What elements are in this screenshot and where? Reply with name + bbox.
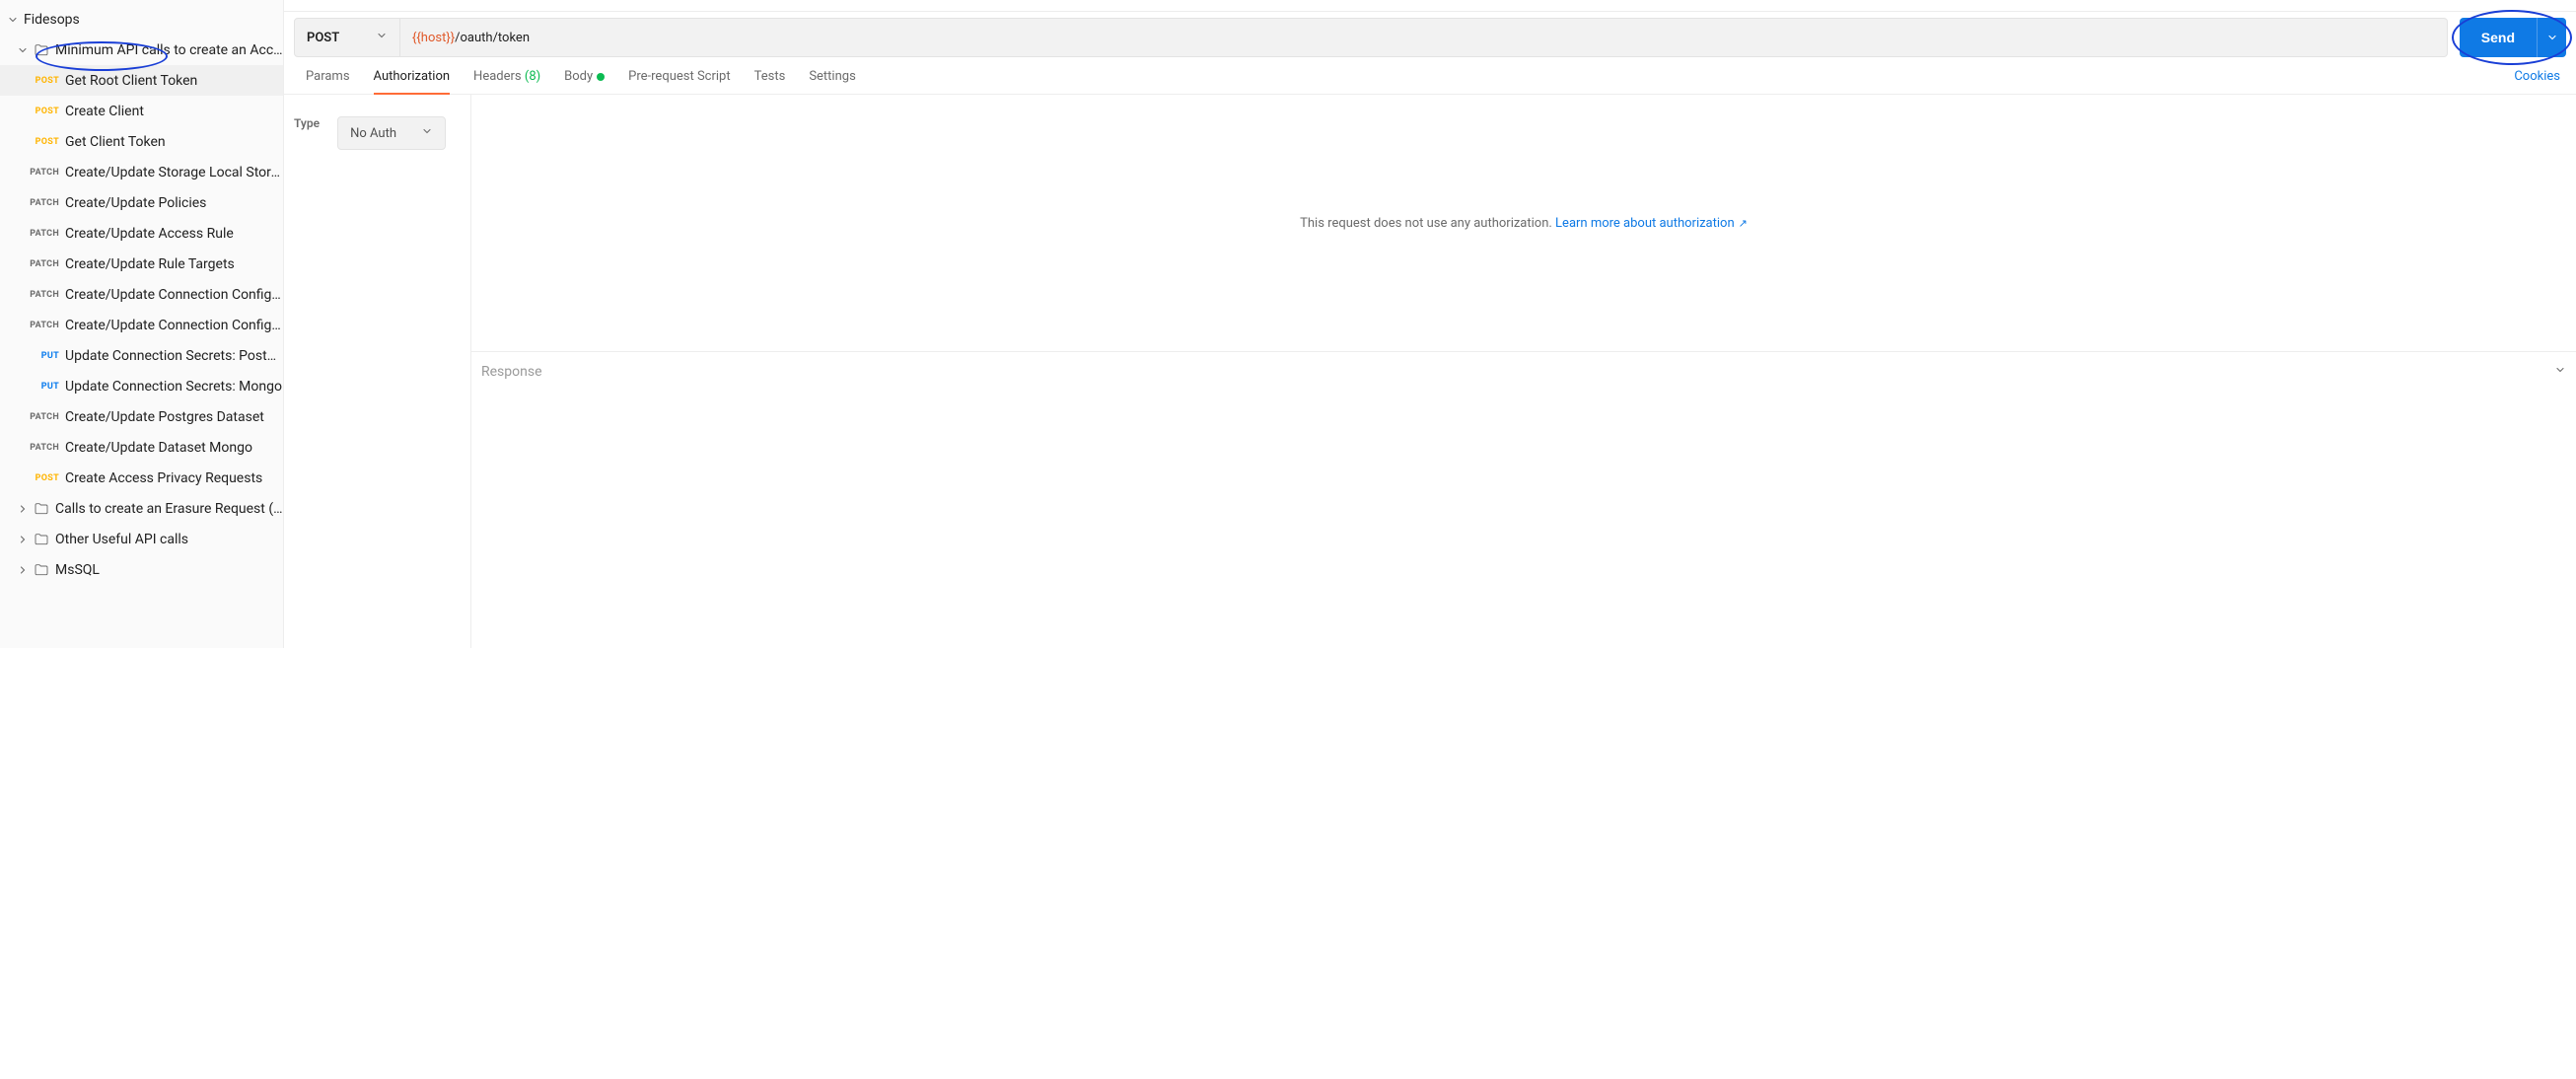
- request-label: Create/Update Connection Configs: Mongo: [65, 318, 283, 333]
- request-label: Create/Update Postgres Dataset: [65, 409, 264, 425]
- method-badge: PATCH: [26, 290, 59, 300]
- tab-body[interactable]: Body: [552, 69, 616, 94]
- send-options-button[interactable]: [2537, 18, 2566, 57]
- auth-message: This request does not use any authorizat…: [1300, 216, 1555, 231]
- sidebar-request-item[interactable]: PATCH Create/Update Connection Configs: P…: [0, 279, 283, 310]
- method-badge: PATCH: [26, 198, 59, 208]
- method-label: POST: [307, 31, 339, 45]
- folder-icon: [34, 42, 49, 58]
- sidebar: Fidesops Minimum API calls to create an …: [0, 0, 284, 648]
- method-badge: PATCH: [26, 443, 59, 453]
- collection-label: Fidesops: [24, 12, 80, 28]
- url-path: /oauth/token: [455, 31, 530, 45]
- auth-body: This request does not use any authorizat…: [471, 95, 2576, 351]
- response-label: Response: [481, 364, 542, 380]
- folder-icon: [34, 501, 49, 517]
- request-bar: POST {{host}}/oauth/token Send: [294, 18, 2566, 57]
- tab-prerequest[interactable]: Pre-request Script: [616, 69, 742, 94]
- chevron-down-icon: [16, 43, 30, 57]
- auth-type-panel: Type No Auth: [284, 95, 471, 648]
- chevron-down-icon: [6, 13, 20, 27]
- request-label: Create/Update Connection Configs: Postgr…: [65, 287, 283, 303]
- sidebar-request-item[interactable]: PATCH Create/Update Rule Targets: [0, 249, 283, 279]
- chevron-down-icon: [421, 125, 433, 141]
- response-section: Response: [471, 351, 2576, 392]
- tab-authorization[interactable]: Authorization: [362, 69, 463, 94]
- chevron-right-icon: [16, 502, 30, 516]
- folder-label: Other Useful API calls: [55, 532, 188, 547]
- method-badge: PATCH: [26, 321, 59, 330]
- sidebar-request-item[interactable]: PATCH Create/Update Dataset Mongo: [0, 432, 283, 463]
- sidebar-request-item[interactable]: POST Get Root Client Token: [0, 65, 283, 96]
- method-badge: PATCH: [26, 259, 59, 269]
- sidebar-folder-item[interactable]: Other Useful API calls: [0, 524, 283, 554]
- sidebar-folder-item[interactable]: Calls to create an Erasure Request (Assu…: [0, 493, 283, 524]
- sidebar-request-item[interactable]: POST Create Client: [0, 96, 283, 126]
- request-label: Update Connection Secrets: Postgres: [65, 348, 283, 364]
- folder-icon: [34, 562, 49, 578]
- folder-label: Minimum API calls to create an Access Pr…: [55, 42, 283, 58]
- request-label: Get Root Client Token: [65, 73, 197, 89]
- method-badge: PUT: [26, 351, 59, 361]
- sidebar-request-item[interactable]: PATCH Create/Update Postgres Dataset: [0, 401, 283, 432]
- request-label: Create Client: [65, 104, 144, 119]
- auth-learn-more-link[interactable]: Learn more about authorization↗: [1555, 216, 1748, 231]
- request-label: Create/Update Rule Targets: [65, 256, 235, 272]
- request-label: Create/Update Dataset Mongo: [65, 440, 252, 456]
- folder-label: MsSQL: [55, 562, 100, 578]
- tab-settings[interactable]: Settings: [797, 69, 867, 94]
- chevron-down-icon[interactable]: [2554, 364, 2566, 380]
- request-label: Create/Update Access Rule: [65, 226, 234, 242]
- tab-headers[interactable]: Headers (8): [462, 69, 552, 94]
- request-label: Create/Update Policies: [65, 195, 206, 211]
- request-label: Create/Update Storage Local Storage Conf…: [65, 165, 283, 180]
- folder-main[interactable]: Minimum API calls to create an Access Pr…: [0, 35, 283, 65]
- method-badge: POST: [26, 473, 59, 483]
- cookies-link[interactable]: Cookies: [2508, 69, 2566, 94]
- tab-params[interactable]: Params: [294, 69, 362, 94]
- sidebar-request-item[interactable]: POST Get Client Token: [0, 126, 283, 157]
- sidebar-request-item[interactable]: PATCH Create/Update Connection Configs: M…: [0, 310, 283, 340]
- method-badge: PUT: [26, 382, 59, 392]
- chevron-right-icon: [16, 563, 30, 577]
- main-panel: POST {{host}}/oauth/token Send Params: [284, 0, 2576, 648]
- external-link-icon: ↗: [1739, 217, 1748, 230]
- request-label: Create Access Privacy Requests: [65, 470, 262, 486]
- sidebar-request-item[interactable]: PATCH Create/Update Storage Local Storage…: [0, 157, 283, 187]
- dot-indicator-icon: [597, 73, 605, 81]
- send-button[interactable]: Send: [2460, 18, 2537, 57]
- url-input[interactable]: {{host}}/oauth/token: [400, 18, 2448, 57]
- method-badge: POST: [26, 107, 59, 116]
- request-tabs: Params Authorization Headers (8) Body Pr…: [284, 57, 2576, 95]
- method-select[interactable]: POST: [294, 18, 400, 57]
- request-label: Get Client Token: [65, 134, 166, 150]
- method-badge: PATCH: [26, 412, 59, 422]
- tab-tests[interactable]: Tests: [743, 69, 798, 94]
- chevron-down-icon: [376, 30, 388, 45]
- request-label: Update Connection Secrets: Mongo: [65, 379, 282, 395]
- sidebar-request-item[interactable]: PATCH Create/Update Access Rule: [0, 218, 283, 249]
- folder-icon: [34, 532, 49, 547]
- folder-label: Calls to create an Erasure Request (Assu…: [55, 501, 283, 517]
- sidebar-request-item[interactable]: POST Create Access Privacy Requests: [0, 463, 283, 493]
- auth-type-select[interactable]: No Auth: [337, 116, 446, 150]
- url-variable: {{host}}: [412, 31, 455, 45]
- method-badge: PATCH: [26, 168, 59, 178]
- sidebar-folder-item[interactable]: MsSQL: [0, 554, 283, 585]
- chevron-right-icon: [16, 533, 30, 546]
- sidebar-request-item[interactable]: PUT Update Connection Secrets: Postgres: [0, 340, 283, 371]
- method-badge: POST: [26, 76, 59, 86]
- sidebar-request-item[interactable]: PUT Update Connection Secrets: Mongo: [0, 371, 283, 401]
- auth-type-label: Type: [294, 116, 320, 130]
- method-badge: POST: [26, 137, 59, 147]
- method-badge: PATCH: [26, 229, 59, 239]
- collection-root[interactable]: Fidesops: [0, 4, 283, 35]
- sidebar-request-item[interactable]: PATCH Create/Update Policies: [0, 187, 283, 218]
